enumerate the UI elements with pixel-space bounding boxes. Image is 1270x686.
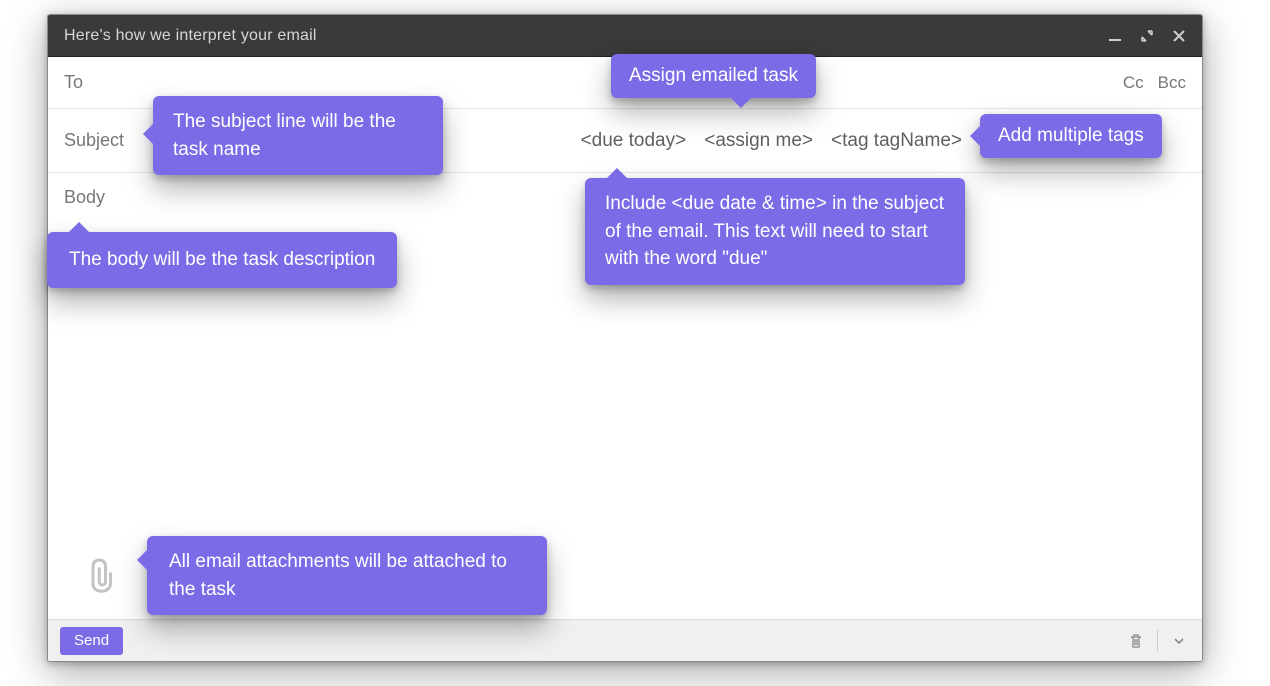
bottom-bar: Send [48, 619, 1202, 661]
token-assign: <assign me> [704, 130, 813, 152]
window-controls [1108, 29, 1186, 43]
callout-assign: Assign emailed task [611, 54, 816, 98]
callout-body-text: The body will be the task description [69, 249, 375, 270]
token-tag: <tag tagName> [831, 130, 962, 152]
to-label: To [64, 72, 154, 93]
bcc-button[interactable]: Bcc [1158, 73, 1186, 93]
callout-tags: Add multiple tags [980, 114, 1162, 158]
close-icon[interactable] [1172, 29, 1186, 43]
callout-subject-text: The subject line will be the task name [173, 111, 396, 160]
subject-label: Subject [64, 130, 154, 151]
minimize-icon[interactable] [1108, 29, 1122, 43]
callout-attach: All email attachments will be attached t… [147, 536, 547, 615]
callout-assign-text: Assign emailed task [629, 65, 798, 86]
send-button[interactable]: Send [60, 627, 123, 655]
token-due: <due today> [581, 130, 687, 152]
callout-attach-text: All email attachments will be attached t… [169, 551, 507, 600]
paperclip-icon[interactable] [86, 554, 120, 596]
cc-bcc-group: Cc Bcc [1123, 73, 1186, 93]
callout-due: Include <due date & time> in the subject… [585, 178, 965, 285]
callout-tags-text: Add multiple tags [998, 125, 1144, 146]
window-title: Here's how we interpret your email [64, 27, 1108, 45]
cc-button[interactable]: Cc [1123, 73, 1144, 93]
callout-body: The body will be the task description [47, 232, 397, 288]
more-menu-icon[interactable] [1168, 630, 1190, 652]
subject-tokens: <due today> <assign me> <tag tagName> [581, 109, 962, 172]
titlebar: Here's how we interpret your email [48, 15, 1202, 57]
bottom-tools [1125, 630, 1190, 652]
separator [1157, 630, 1158, 652]
callout-due-text: Include <due date & time> in the subject… [605, 193, 944, 269]
callout-subject: The subject line will be the task name [153, 96, 443, 175]
restore-icon[interactable] [1140, 29, 1154, 43]
trash-icon[interactable] [1125, 630, 1147, 652]
